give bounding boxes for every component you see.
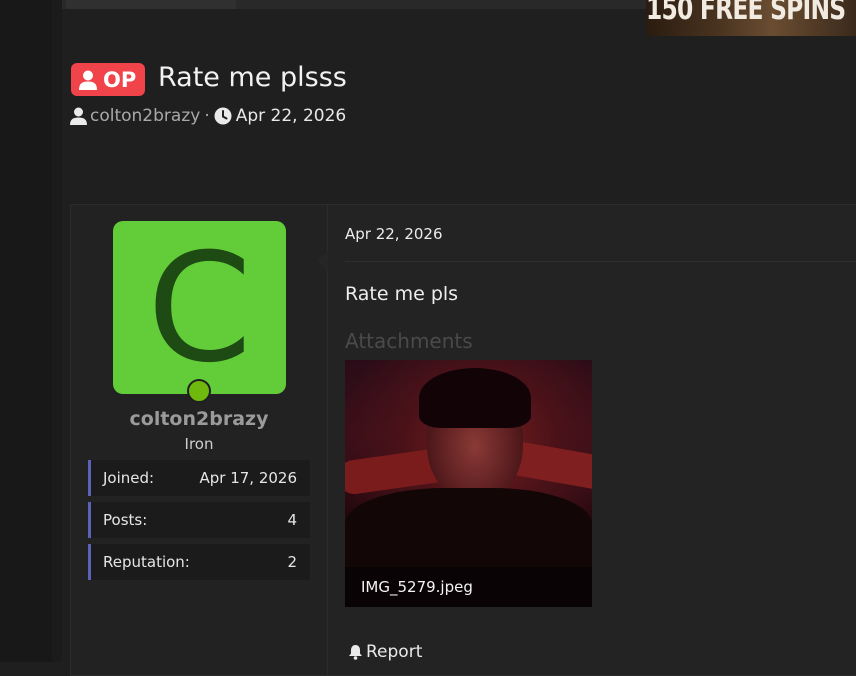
stat-joined: Joined: Apr 17, 2026 [88,460,310,496]
thread-meta: colton2brazy · Apr 22, 2026 [70,106,346,126]
bell-icon [349,645,362,660]
user-icon [79,70,97,90]
user-name-link[interactable]: colton2brazy [71,408,327,430]
online-status-dot [187,379,211,403]
post-main: Apr 22, 2026 Rate me pls Attachments IMG… [328,205,856,675]
left-gutter [0,0,52,662]
stat-value: 4 [287,511,297,529]
report-label: Report [366,642,423,662]
post-user-panel: C colton2brazy Iron Joined: Apr 17, 2026… [71,205,328,675]
post-pointer-arrow [317,251,328,271]
attachment-caption-bar: IMG_5279.jpeg [345,567,592,607]
op-badge-label: OP [103,67,137,92]
attachment-image-hair [419,368,531,428]
post-divider [345,261,856,262]
stat-posts: Posts: 4 [88,502,310,538]
stat-label: Joined: [103,469,155,487]
post-body: Rate me pls [345,283,459,305]
avatar[interactable]: C [113,221,286,394]
ad-banner[interactable]: 150 FREE SPINS [646,0,856,36]
clock-icon [214,107,232,125]
attachment-image-shirt [345,488,592,578]
stat-value: Apr 17, 2026 [199,469,297,487]
user-icon [70,107,87,125]
post-container: C colton2brazy Iron Joined: Apr 17, 2026… [70,204,856,676]
stat-value: 2 [287,553,297,571]
ad-banner-text: 150 FREE SPINS [646,0,846,27]
left-gutter-edge [52,0,62,662]
attachments-heading: Attachments [345,329,473,353]
user-rank: Iron [184,435,214,453]
thread-author-link[interactable]: colton2brazy [90,106,200,126]
stat-label: Posts: [103,511,148,529]
post-date[interactable]: Apr 22, 2026 [345,225,443,243]
top-nav-tab[interactable] [66,0,236,9]
thread-date[interactable]: Apr 22, 2026 [236,106,347,126]
avatar-letter: C [147,222,252,394]
attachment-filename: IMG_5279.jpeg [361,578,473,596]
stat-reputation: Reputation: 2 [88,544,310,580]
stat-label: Reputation: [103,553,190,571]
meta-separator: · [204,106,210,126]
attachment-thumbnail[interactable]: IMG_5279.jpeg [345,360,592,607]
report-link[interactable]: Report [348,642,422,662]
op-badge: OP [71,63,146,96]
thread-title: Rate me plsss [158,62,347,93]
